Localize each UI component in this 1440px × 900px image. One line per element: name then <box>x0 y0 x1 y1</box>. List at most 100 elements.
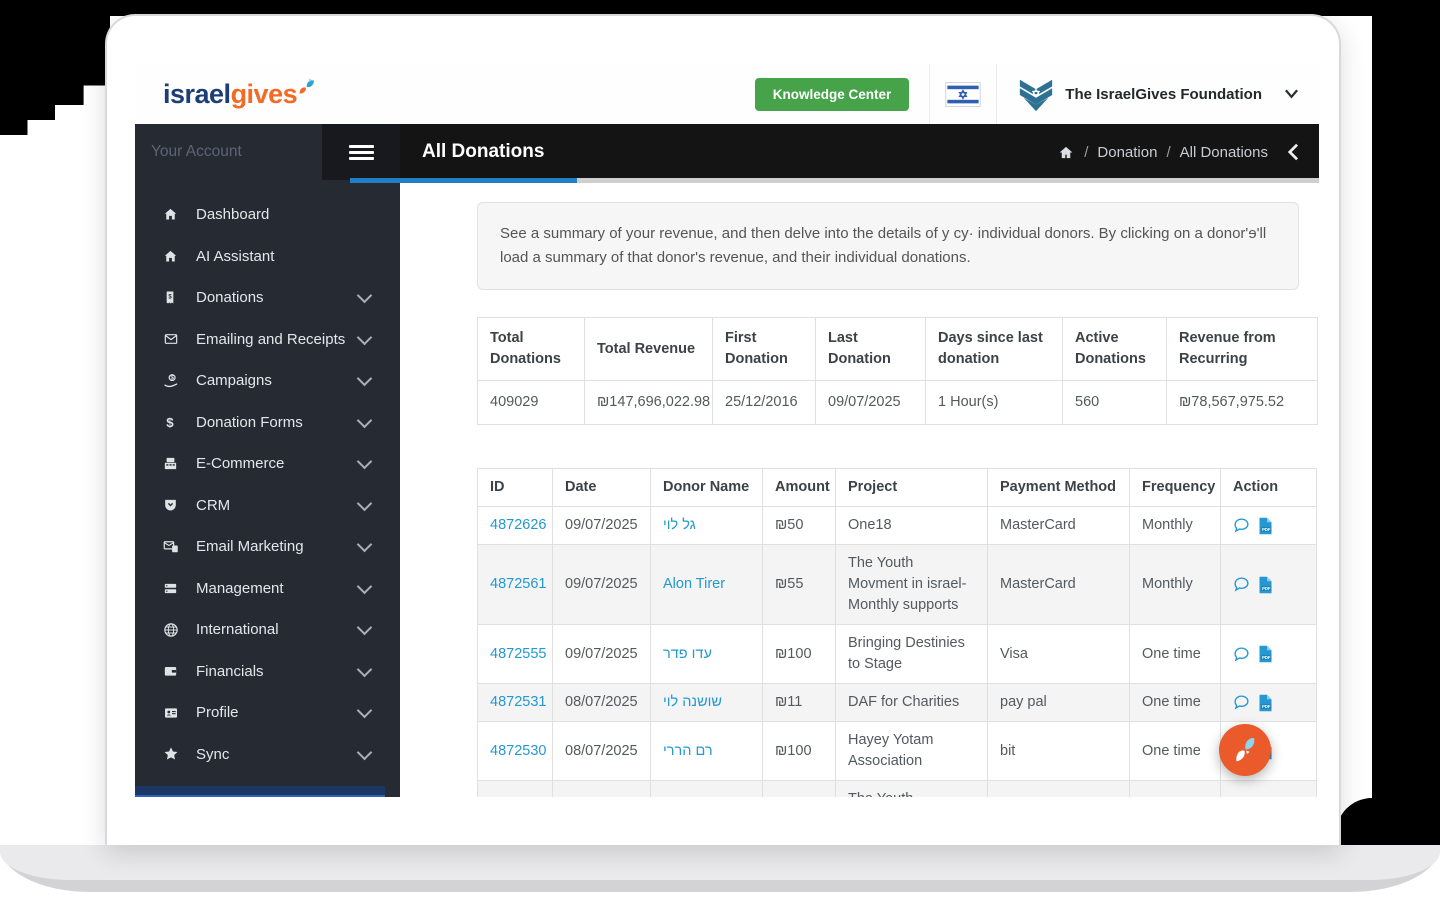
sidebar-item-international[interactable]: International <box>135 609 400 651</box>
payment-method: pay pal <box>987 683 1130 723</box>
donations-table: ID Date Donor Name Amount Project Paymen… <box>477 467 1317 797</box>
sidebar-item-emailing-and-receipts[interactable]: Emailing and Receipts <box>135 319 400 361</box>
payment-method: bit <box>987 721 1130 782</box>
donation-id-link[interactable]: 4872530 <box>490 743 546 759</box>
summary-header-row: Total Donations Total Revenue First Dona… <box>477 316 1318 382</box>
donation-frequency <box>1129 780 1221 797</box>
pinwheel-icon <box>299 78 314 94</box>
donation-id-link[interactable]: 4872626 <box>490 517 546 533</box>
table-row: The Youth <box>477 780 1317 797</box>
chevron-down-icon <box>356 661 373 678</box>
summary-header-last-donation: Last Donation <box>815 316 926 382</box>
sidebar-toggle-button[interactable] <box>322 124 400 180</box>
add-donation-fab[interactable] <box>1219 724 1271 776</box>
sidebar-item-e-commerce[interactable]: E-Commerce <box>135 443 400 485</box>
donation-amount <box>762 780 836 797</box>
donation-amount: ₪55 <box>762 544 836 626</box>
payment-method: MasterCard <box>987 544 1130 626</box>
hamburger-icon <box>348 144 374 148</box>
col-header-payment-method: Payment Method <box>987 467 1130 508</box>
pdf-icon[interactable]: PDF <box>1258 517 1273 535</box>
donation-frequency: One time <box>1129 624 1221 685</box>
donation-frequency: One time <box>1129 721 1221 782</box>
donor-name-link[interactable]: עדו פדר <box>663 646 712 662</box>
payment-method <box>987 780 1130 797</box>
chevron-down-icon <box>356 287 373 304</box>
sidebar-item-dashboard[interactable]: Dashboard <box>135 194 400 236</box>
breadcrumb-item-all-donations[interactable]: All Donations <box>1180 144 1268 161</box>
knowledge-center-button[interactable]: Knowledge Center <box>754 77 910 111</box>
israelgives-logo[interactable]: israel gives <box>163 78 317 110</box>
wallet-icon <box>162 663 196 679</box>
donation-id-link[interactable]: 4872531 <box>490 694 546 710</box>
chevron-down-icon <box>356 744 373 761</box>
cash-register-icon <box>162 455 196 472</box>
home-icon[interactable] <box>1057 144 1075 161</box>
donation-project: The Youth <box>835 780 988 797</box>
sidebar-item-sync[interactable]: Sync <box>135 734 400 776</box>
horizontal-scrollbar-track[interactable] <box>577 178 1319 183</box>
sidebar-item-donation-forms[interactable]: $ Donation Forms <box>135 402 400 444</box>
summary-last-donation: 09/07/2025 <box>815 380 926 426</box>
chevron-down-icon <box>356 536 373 553</box>
donation-project: Hayey Yotam Association <box>835 721 988 782</box>
donation-project: DAF for Charities <box>835 683 988 723</box>
summary-header-days-since: Days since last donation <box>925 316 1063 382</box>
chevron-left-icon <box>1287 143 1299 161</box>
breadcrumb: / Donation / All Donations <box>1057 144 1268 161</box>
id-card-icon <box>162 705 196 721</box>
table-row: 4872531 08/07/2025 שושנה לוי ₪11 DAF for… <box>477 683 1317 723</box>
summary-header-total-donations: Total Donations <box>477 316 585 382</box>
sidebar-item-financials[interactable]: Financials <box>135 651 400 693</box>
comment-icon[interactable] <box>1233 694 1250 711</box>
backdrop-right <box>1372 0 1440 845</box>
donor-name-link[interactable]: גל לוי <box>663 517 696 533</box>
summary-header-total-revenue: Total Revenue <box>584 316 713 382</box>
table-row: 4872626 09/07/2025 גל לוי ₪50 One18 Mast… <box>477 506 1317 546</box>
summary-revenue-recurring: ₪78,567,975.52 <box>1166 380 1318 426</box>
donation-frequency: Monthly <box>1129 506 1221 546</box>
sidebar-item-management[interactable]: Management <box>135 568 400 610</box>
collapse-panel-button[interactable] <box>1284 141 1301 163</box>
chevron-down-icon <box>356 619 373 636</box>
donor-name-link[interactable]: Alon Tirer <box>663 576 725 592</box>
receipt-icon: $ <box>162 289 196 306</box>
pdf-icon[interactable]: PDF <box>1258 645 1273 663</box>
donor-name-link[interactable]: שושנה לוי <box>663 694 722 710</box>
horizontal-scrollbar-thumb[interactable] <box>350 178 577 183</box>
donation-project: One18 <box>835 506 988 546</box>
star-icon <box>162 745 196 763</box>
donation-amount: ₪100 <box>762 721 836 782</box>
comment-icon[interactable] <box>1233 646 1250 663</box>
breadcrumb-item-donation[interactable]: Donation <box>1097 144 1157 161</box>
donation-amount: ₪100 <box>762 624 836 685</box>
donation-id-link[interactable]: 4872561 <box>490 576 546 592</box>
pdf-icon[interactable]: PDF <box>1258 694 1273 712</box>
logo-text-gives: gives <box>230 78 298 109</box>
backdrop-top-left <box>0 0 110 135</box>
sidebar-item-campaigns[interactable]: $ Campaigns <box>135 360 400 402</box>
svg-text:$: $ <box>166 415 174 430</box>
pdf-icon[interactable]: PDF <box>1258 576 1273 594</box>
foundation-heart-icon <box>1020 79 1053 112</box>
page-header-bar: Your Account All Donations / Donation / … <box>135 124 1319 180</box>
donor-name-link[interactable]: רם הררי <box>663 743 713 759</box>
sidebar-item-email-marketing[interactable]: Email Marketing <box>135 526 400 568</box>
app-window: israel gives Knowledge Center The Israel… <box>135 64 1319 797</box>
svg-text:PDF: PDF <box>1262 655 1271 660</box>
sidebar-item-crm[interactable]: CRM <box>135 485 400 527</box>
summary-header-revenue-recurring: Revenue from Recurring <box>1166 316 1318 382</box>
donation-id-link[interactable]: 4872555 <box>490 646 546 662</box>
sidebar-item-ai-assistant[interactable]: AI Assistant <box>135 236 400 278</box>
donation-date <box>552 780 651 797</box>
sidebar-item-donations[interactable]: $ Donations <box>135 277 400 319</box>
donation-project: Bringing Destinies to Stage <box>835 624 988 685</box>
sidebar-item-profile[interactable]: Profile <box>135 692 400 734</box>
page-description: See a summary of your revenue, and then … <box>477 202 1299 290</box>
comment-icon[interactable] <box>1233 576 1250 593</box>
payment-method: Visa <box>987 624 1130 685</box>
donation-frequency: Monthly <box>1129 544 1221 626</box>
language-flag-button[interactable] <box>929 64 998 124</box>
organization-selector[interactable]: The IsraelGives Foundation <box>997 75 1319 113</box>
comment-icon[interactable] <box>1233 517 1250 534</box>
